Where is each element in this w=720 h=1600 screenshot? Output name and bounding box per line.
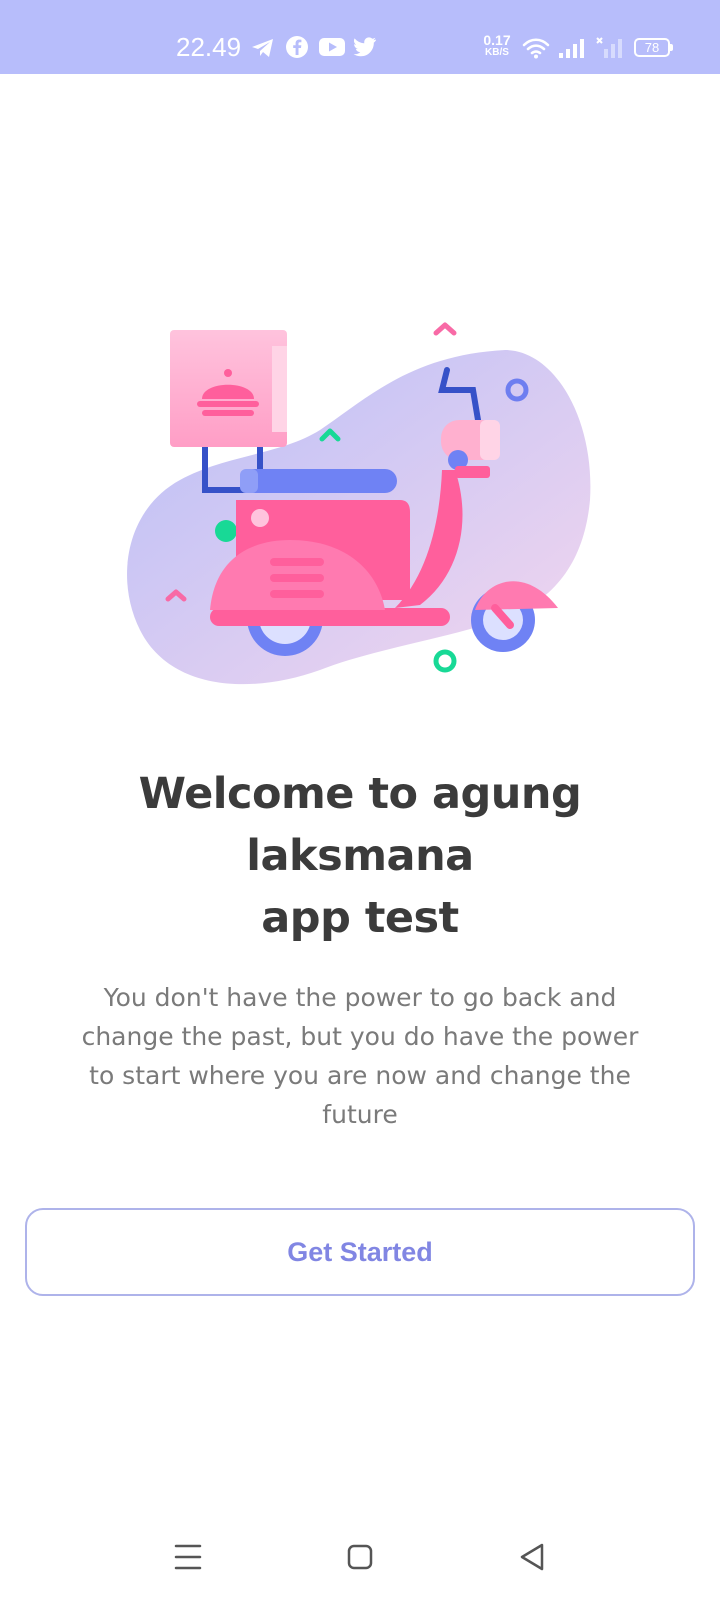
decor-circle [433,649,457,673]
scooter-seat [240,469,397,493]
twitter-icon [353,37,376,57]
subtitle-line: future [322,1100,398,1129]
signal-icon [559,39,584,58]
delivery-scooter-illustration [127,322,591,685]
welcome-title-line: Welcome to agung laksmana [138,769,582,881]
decor-chevron [433,322,457,336]
status-bar: 22.49 0.17 KB/S 78 [0,0,720,74]
decor-dot [215,520,237,542]
subtitle-line: to start where you are now and change th… [89,1061,631,1090]
network-speed-unit: KB/S [485,47,509,58]
welcome-title: Welcome to agung laksmana app test [20,763,700,949]
facebook-icon [286,36,308,58]
telegram-icon [252,39,273,57]
network-speed: 0.17 KB/S [480,32,514,58]
subtitle-line: change the past, but you do have the pow… [81,1022,639,1051]
battery-indicator: 78 [634,38,673,57]
menu-icon[interactable] [168,1537,208,1577]
signal-icon-secondary [596,37,622,58]
welcome-title-line: app test [261,893,459,943]
youtube-icon [319,38,345,56]
get-started-button[interactable]: Get Started [25,1208,695,1296]
status-time: 22.49 [176,32,242,62]
home-icon[interactable] [340,1537,380,1577]
wifi-icon [522,38,550,59]
welcome-subtitle: You don't have the power to go back and … [40,978,680,1134]
back-icon[interactable] [512,1537,552,1577]
subtitle-line: You don't have the power to go back and [103,983,617,1012]
network-speed-value: 0.17 [483,32,511,48]
